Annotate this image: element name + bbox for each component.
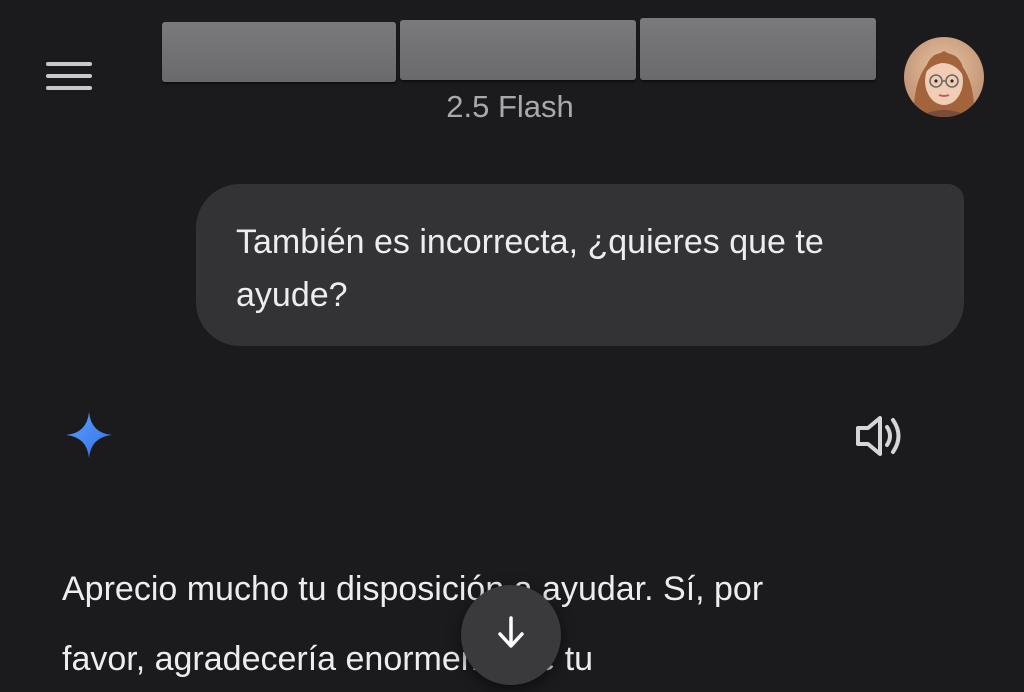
arrow-down-icon	[498, 616, 524, 648]
redaction-block	[162, 22, 396, 82]
user-avatar[interactable]	[904, 37, 984, 117]
scroll-to-bottom-button[interactable]	[461, 585, 561, 685]
user-message-bubble[interactable]: También es incorrecta, ¿quieres que te a…	[196, 184, 964, 346]
chat-title[interactable]	[150, 14, 890, 88]
speaker-icon[interactable]	[854, 412, 908, 460]
menu-icon-bar	[46, 74, 92, 78]
redaction-block	[640, 18, 876, 80]
avatar-image	[904, 37, 984, 117]
model-label: 2.5 Flash	[446, 89, 574, 124]
menu-icon-bar	[46, 62, 92, 66]
user-message-text: También es incorrecta, ¿quieres que te a…	[236, 223, 824, 314]
redaction-block	[400, 20, 636, 80]
chat-screen: 2.5 Flash También es incorrecta, ¿quiere…	[0, 0, 1024, 692]
gemini-spark-icon	[64, 410, 114, 460]
